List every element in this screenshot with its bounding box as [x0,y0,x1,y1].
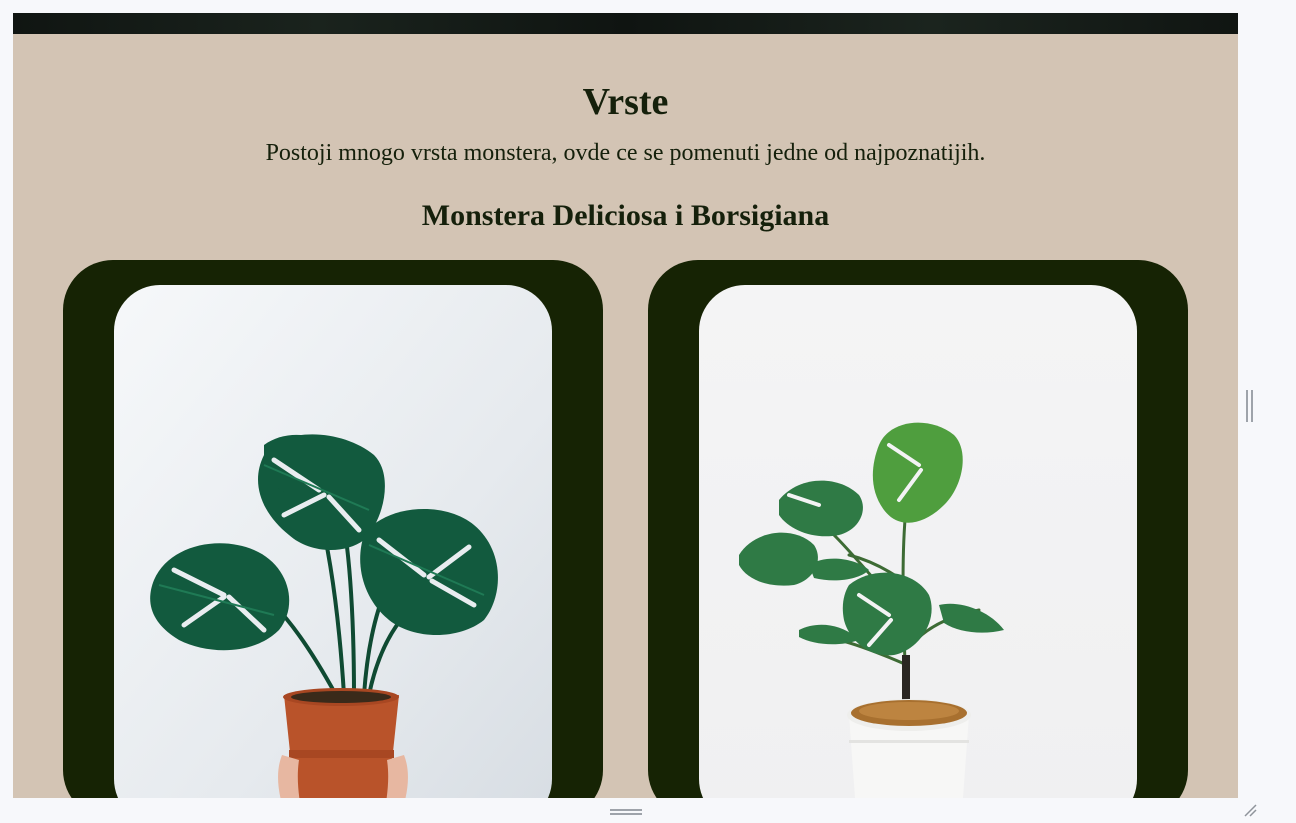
vertical-scroll-grip-icon[interactable] [1245,390,1255,422]
monstera-borsigiana-card [648,260,1188,798]
hero-image-bottom-edge [13,13,1238,34]
subsection-title: Monstera Deliciosa i Borsigiana [421,199,830,232]
horizontal-scrollbar[interactable] [0,798,1296,823]
horizontal-scroll-grip-icon[interactable] [610,808,642,816]
section-subtitle: Postoji mnogo vrsta monstera, ovde ce se… [265,140,986,166]
page-content: Vrste Postoji mnogo vrsta monstera, ovde… [13,13,1238,798]
resize-handle-icon[interactable] [1242,802,1258,818]
monstera-deliciosa-card [63,260,603,798]
monstera-deliciosa-photo [114,285,552,798]
monstera-borsigiana-photo [699,285,1137,798]
section-title: Vrste [582,81,669,123]
